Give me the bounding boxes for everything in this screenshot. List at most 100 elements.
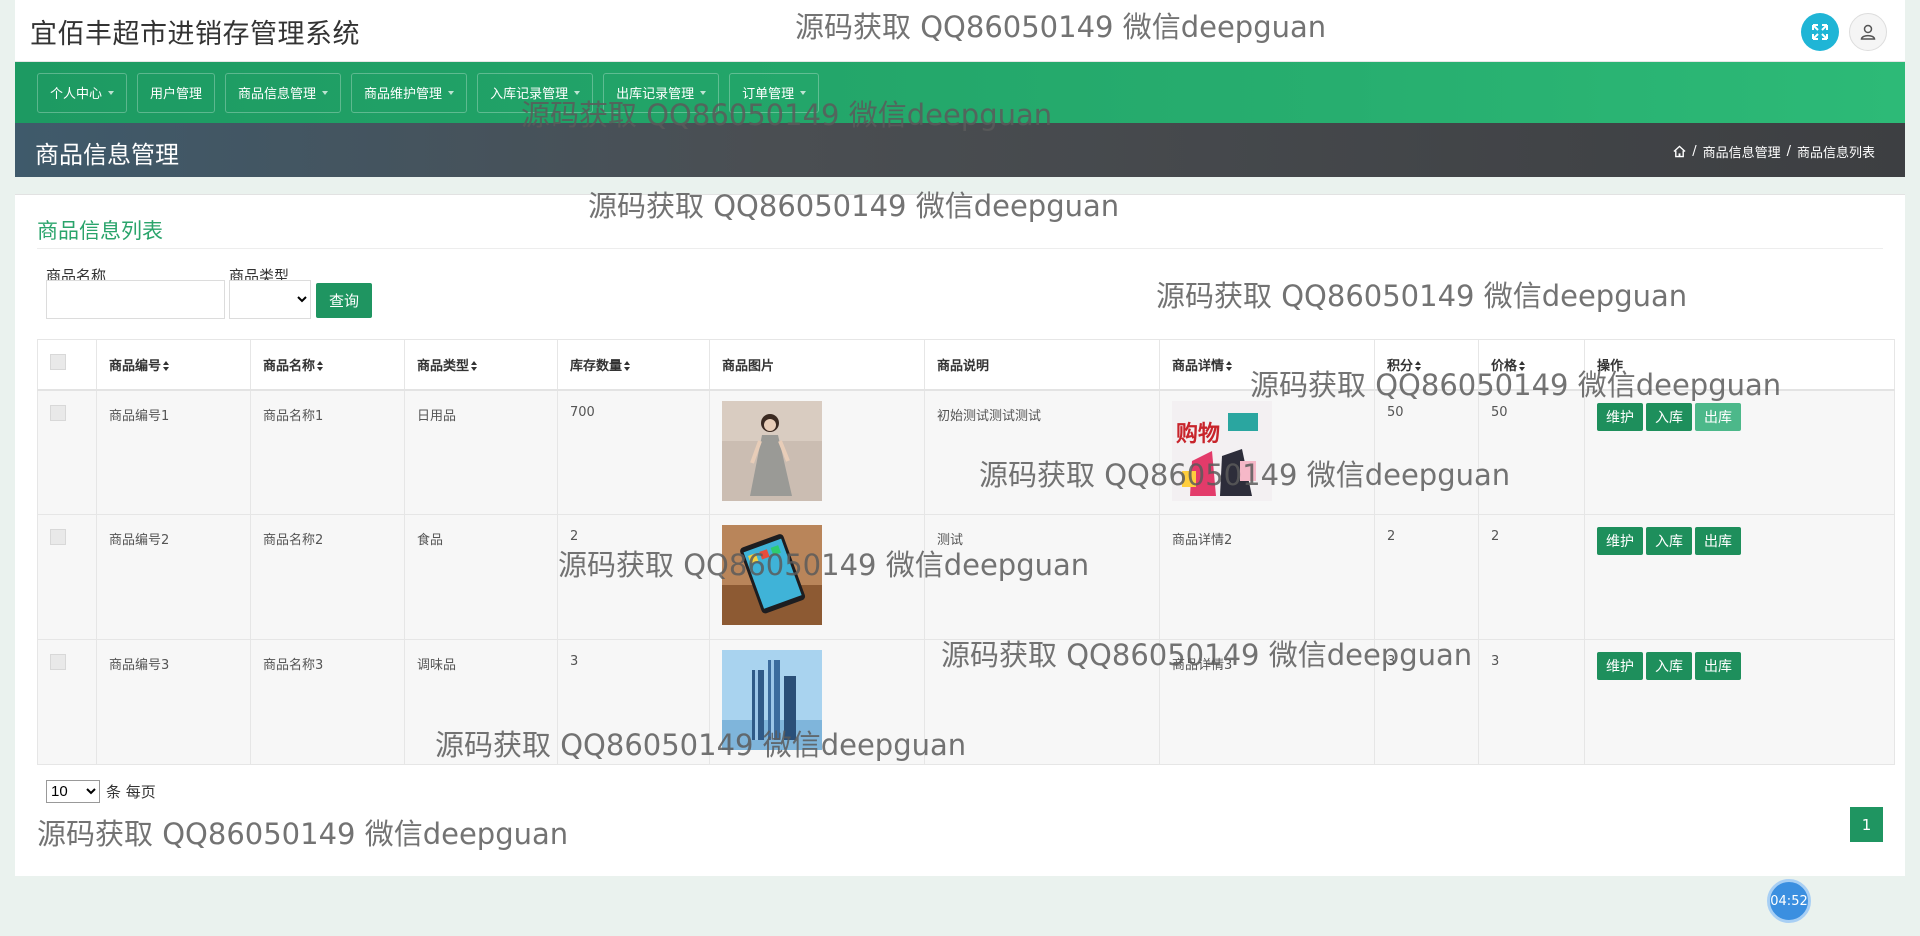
product-type-select[interactable] xyxy=(229,280,311,319)
nav-item-product-maintenance[interactable]: 商品维护管理 xyxy=(351,72,468,113)
column-header-code[interactable]: 商品编号 xyxy=(96,339,251,391)
cell-type: 食品 xyxy=(404,514,558,640)
page-title: 商品信息管理 xyxy=(35,141,179,169)
cell-code: 商品编号1 xyxy=(96,389,251,515)
fullscreen-button[interactable] xyxy=(1801,13,1839,51)
outbound-button[interactable]: 出库 xyxy=(1695,527,1741,555)
inbound-button[interactable]: 入库 xyxy=(1646,402,1692,431)
main-nav: 个人中心 用户管理 商品信息管理 商品维护管理 入库记录管理 出库记录管理 订单… xyxy=(15,62,1905,123)
column-header-points[interactable]: 积分 xyxy=(1374,339,1479,391)
cell-type: 日用品 xyxy=(404,389,558,515)
product-image-tablet[interactable] xyxy=(722,525,822,625)
expand-icon xyxy=(1812,24,1828,40)
cell-name: 商品名称3 xyxy=(250,639,405,765)
column-header-name[interactable]: 商品名称 xyxy=(250,339,405,391)
action-buttons: 维护 入库 出库 xyxy=(1597,402,1882,431)
product-image-bottles[interactable] xyxy=(722,650,822,750)
caret-down-icon xyxy=(322,90,329,95)
table-row: 商品编号2 商品名称2 食品 2 测试 商品详情2 2 2 维护 入库 出库 xyxy=(37,514,1895,640)
row-checkbox[interactable] xyxy=(50,529,66,545)
caret-down-icon xyxy=(800,90,807,95)
nav-label: 商品维护管理 xyxy=(364,87,443,102)
page-size-suffix: 条 每页 xyxy=(106,783,156,801)
row-select-cell xyxy=(37,514,97,640)
column-header-detail[interactable]: 商品详情 xyxy=(1159,339,1375,391)
column-label: 操作 xyxy=(1597,358,1624,374)
top-header: 宜佰丰超市进销存管理系统 xyxy=(15,0,1905,62)
sort-icon xyxy=(1519,361,1526,372)
column-header-image: 商品图片 xyxy=(709,339,925,391)
sort-icon xyxy=(317,361,324,372)
cell-actions: 维护 入库 出库 xyxy=(1584,389,1895,515)
maintain-button[interactable]: 维护 xyxy=(1597,652,1643,680)
column-header-actions: 操作 xyxy=(1584,339,1895,391)
caret-down-icon xyxy=(108,90,115,95)
page-heading-bar: 商品信息管理 / 商品信息管理 / 商品信息列表 xyxy=(15,123,1905,177)
cell-desc xyxy=(924,639,1160,765)
breadcrumb-separator: / xyxy=(1786,144,1791,159)
column-label: 商品详情 xyxy=(1172,358,1225,374)
column-label: 积分 xyxy=(1387,358,1414,374)
cell-type: 调味品 xyxy=(404,639,558,765)
product-detail-image-shopping[interactable]: 购物 xyxy=(1172,400,1272,501)
inbound-button[interactable]: 入库 xyxy=(1646,652,1692,680)
app-root: 宜佰丰超市进销存管理系统 个人中心 用户管理 商品信息管理 商品维护管理 入库记… xyxy=(15,0,1905,177)
cell-image xyxy=(709,389,925,515)
nav-item-product-info[interactable]: 商品信息管理 xyxy=(225,72,342,113)
user-menu-button[interactable] xyxy=(1849,13,1887,51)
sort-icon xyxy=(471,361,478,372)
sort-icon xyxy=(624,361,631,372)
home-icon[interactable] xyxy=(1673,145,1686,158)
outbound-button[interactable]: 出库 xyxy=(1695,652,1741,680)
nav-label: 入库记录管理 xyxy=(490,87,569,102)
cell-points: 3 xyxy=(1374,639,1479,765)
nav-label: 订单管理 xyxy=(742,87,795,102)
timer-badge[interactable]: 04:52 xyxy=(1767,879,1811,923)
outbound-button[interactable]: 出库 xyxy=(1695,402,1741,431)
caret-down-icon xyxy=(574,90,581,95)
table-header-row: 商品编号 商品名称 商品类型 库存数量 商品图片 商品说明 商品详情 积分 价格… xyxy=(37,339,1895,391)
row-checkbox[interactable] xyxy=(50,404,66,421)
product-image-dress[interactable] xyxy=(722,400,822,501)
nav-item-users[interactable]: 用户管理 xyxy=(137,72,216,113)
column-label: 商品名称 xyxy=(263,358,316,374)
pagination-page-1[interactable]: 1 xyxy=(1850,807,1883,842)
nav-item-personal[interactable]: 个人中心 xyxy=(37,72,128,113)
cell-detail: 购物 xyxy=(1159,389,1375,515)
column-label: 商品图片 xyxy=(722,358,775,374)
cell-desc: 测试 xyxy=(924,514,1160,640)
cell-stock: 2 xyxy=(557,514,710,640)
row-checkbox[interactable] xyxy=(50,654,66,670)
row-select-cell xyxy=(37,639,97,765)
table-row: 商品编号3 商品名称3 调味品 3 商品详情3 3 3 维护 入库 出库 xyxy=(37,639,1895,765)
maintain-button[interactable]: 维护 xyxy=(1597,402,1643,431)
column-label: 商品说明 xyxy=(937,358,990,374)
column-label: 价格 xyxy=(1491,358,1518,374)
cell-points: 2 xyxy=(1374,514,1479,640)
nav-label: 出库记录管理 xyxy=(616,87,695,102)
cell-detail: 商品详情3 xyxy=(1159,639,1375,765)
product-table: 商品编号 商品名称 商品类型 库存数量 商品图片 商品说明 商品详情 积分 价格… xyxy=(37,339,1895,765)
nav-item-inbound-records[interactable]: 入库记录管理 xyxy=(477,72,594,113)
cell-code: 商品编号2 xyxy=(96,514,251,640)
cell-price: 50 xyxy=(1478,389,1585,515)
cell-name: 商品名称2 xyxy=(250,514,405,640)
column-header-type[interactable]: 商品类型 xyxy=(404,339,558,391)
nav-item-outbound-records[interactable]: 出库记录管理 xyxy=(603,72,720,113)
app-title: 宜佰丰超市进销存管理系统 xyxy=(30,19,360,50)
select-all-checkbox[interactable] xyxy=(50,354,66,371)
column-label: 商品编号 xyxy=(109,358,162,374)
breadcrumb-item-product-info[interactable]: 商品信息管理 xyxy=(1703,142,1781,161)
product-name-input[interactable] xyxy=(46,280,225,319)
page-size-control: 10 条 每页 xyxy=(46,780,156,803)
inbound-button[interactable]: 入库 xyxy=(1646,527,1692,555)
maintain-button[interactable]: 维护 xyxy=(1597,527,1643,555)
column-header-price[interactable]: 价格 xyxy=(1478,339,1585,391)
query-button[interactable]: 查询 xyxy=(316,283,372,318)
cell-stock: 700 xyxy=(557,389,710,515)
nav-item-orders[interactable]: 订单管理 xyxy=(729,72,820,113)
page-size-select[interactable]: 10 xyxy=(46,780,100,803)
cell-image xyxy=(709,639,925,765)
top-icons xyxy=(1801,13,1887,51)
column-header-stock[interactable]: 库存数量 xyxy=(557,339,710,391)
